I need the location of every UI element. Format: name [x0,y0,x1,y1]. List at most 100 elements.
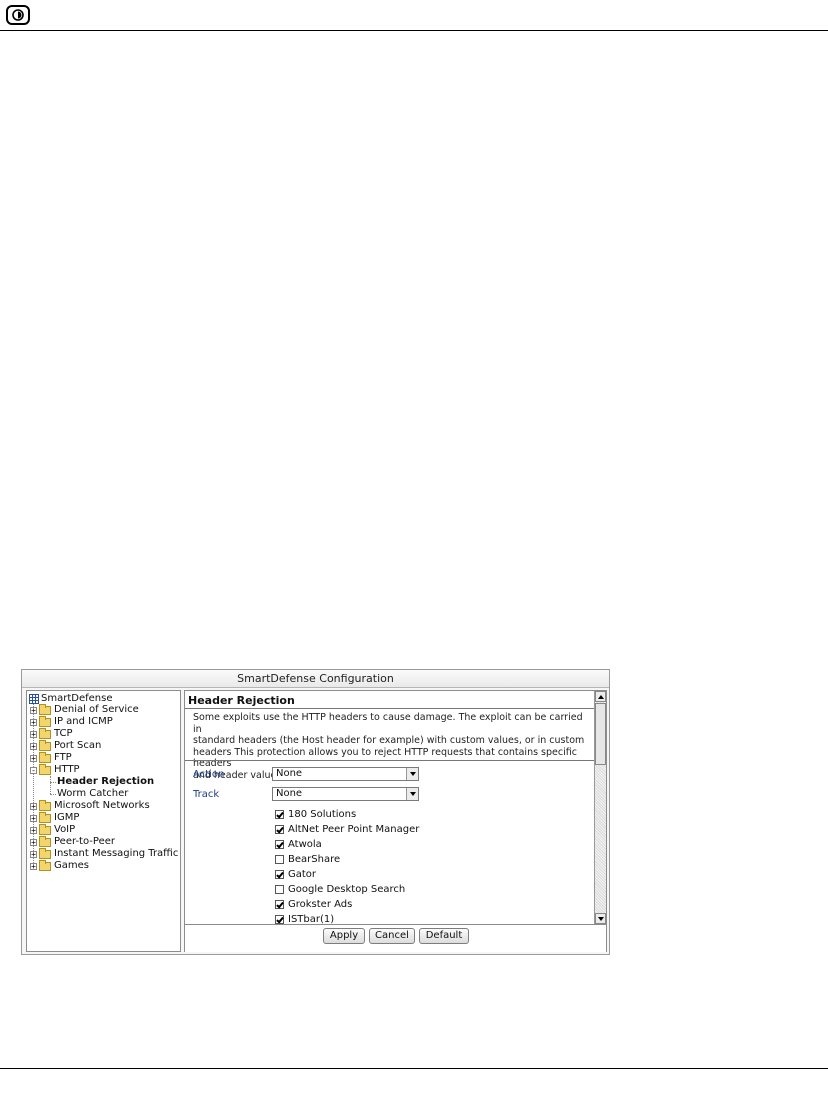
tree-item-ftp[interactable]: + FTP [30,751,72,764]
folder-icon [39,727,51,739]
checkbox[interactable] [275,825,284,834]
logo-icon [6,5,30,25]
tree-root-icon [29,694,39,704]
tree-item-voip[interactable]: + VoIP [30,823,76,836]
tree-pane: SmartDefense + Denial of Service + IP an… [26,690,181,952]
tree-connector [50,794,56,795]
folder-icon [39,739,51,751]
folder-icon [39,859,51,871]
tree-item-label: IP and ICMP [54,716,113,727]
checkbox-label: AltNet Peer Point Manager [288,824,420,835]
action-select-value: None [276,768,303,779]
vertical-scrollbar[interactable] [594,691,606,924]
tree-item-instant-messaging[interactable]: + Instant Messaging Traffic [30,847,179,860]
window-title: SmartDefense Configuration [22,670,609,688]
header-option-gator[interactable]: Gator [275,868,316,881]
section-title: Header Rejection [188,694,295,707]
description-line: Some exploits use the HTTP headers to ca… [193,712,583,735]
folder-icon [39,751,51,763]
checkbox[interactable] [275,870,284,879]
checkbox[interactable] [275,915,284,924]
chevron-down-icon[interactable] [406,788,418,800]
cancel-button[interactable]: Cancel [369,928,415,944]
expand-icon[interactable]: + [30,862,37,870]
checkbox[interactable] [275,840,284,849]
folder-icon [39,799,51,811]
tree-item-worm-catcher[interactable]: Worm Catcher [57,788,128,800]
checkbox[interactable] [275,855,284,864]
expand-icon[interactable]: + [30,838,37,846]
track-label: Track [193,789,220,800]
tree-item-label: IGMP [54,812,80,823]
expand-icon[interactable]: + [30,742,37,750]
chevron-down-icon[interactable] [406,768,418,780]
tree-item-label: Microsoft Networks [54,800,150,811]
scroll-down-icon[interactable] [595,913,606,924]
expand-icon[interactable]: + [30,802,37,810]
folder-open-icon [39,763,51,775]
default-button[interactable]: Default [419,928,469,944]
tree-item-label: Peer-to-Peer [54,836,115,847]
tree-item-label: TCP [54,728,73,739]
tree-item-ip-and-icmp[interactable]: + IP and ICMP [30,715,113,728]
footer-rule [0,1068,828,1069]
tree-item-games[interactable]: + Games [30,859,89,872]
tree-item-port-scan[interactable]: + Port Scan [30,739,102,752]
tree-item-http[interactable]: - HTTP [30,763,80,776]
tree-item-label: Denial of Service [54,704,139,715]
detail-scroll-area: Header Rejection Some exploits use the H… [185,691,594,924]
tree-connector [50,782,56,783]
header-option-google-desktop-search[interactable]: Google Desktop Search [275,883,405,896]
description-line: standard headers (the Host header for ex… [193,735,585,746]
folder-icon [39,823,51,835]
checkbox-label: BearShare [288,854,341,865]
scroll-thumb[interactable] [595,703,606,765]
divider [185,760,594,761]
tree-item-denial-of-service[interactable]: + Denial of Service [30,703,139,716]
tree-item-igmp[interactable]: + IGMP [30,811,80,824]
track-select[interactable]: None [272,787,419,801]
folder-icon [39,811,51,823]
expand-icon[interactable]: + [30,754,37,762]
divider [185,708,594,709]
checkbox[interactable] [275,810,284,819]
expand-icon[interactable]: + [30,718,37,726]
checkbox-label: Grokster Ads [288,899,353,910]
expand-icon[interactable]: + [30,814,37,822]
header-option-grokster-ads[interactable]: Grokster Ads [275,898,352,911]
tree-item-tcp[interactable]: + TCP [30,727,73,740]
tree-item-label: Header Rejection [57,776,155,787]
detail-pane: Header Rejection Some exploits use the H… [184,690,607,952]
header-option-bearshare[interactable]: BearShare [275,853,340,866]
checkbox[interactable] [275,900,284,909]
checkbox-label: Google Desktop Search [288,884,406,895]
expand-icon[interactable]: + [30,826,37,834]
tree-connector [50,776,51,794]
tree-item-label: Port Scan [54,740,102,751]
tree-item-label: Instant Messaging Traffic [54,848,179,859]
collapse-icon[interactable]: - [30,766,37,774]
scroll-up-icon[interactable] [595,691,606,702]
folder-icon [39,715,51,727]
expand-icon[interactable]: + [30,730,37,738]
header-option-180-solutions[interactable]: 180 Solutions [275,808,356,821]
checkbox-label: ISTbar(1) [288,914,335,924]
folder-icon [39,703,51,715]
smartdefense-config-window: SmartDefense Configuration SmartDefense … [21,669,610,955]
header-option-istbar[interactable]: ISTbar(1) [275,913,334,924]
action-select[interactable]: None [272,767,419,781]
checkbox[interactable] [275,885,284,894]
expand-icon[interactable]: + [30,850,37,858]
tree-item-peer-to-peer[interactable]: + Peer-to-Peer [30,835,115,848]
tree-item-microsoft-networks[interactable]: + Microsoft Networks [30,799,150,812]
header-option-atwola[interactable]: Atwola [275,838,322,851]
tree-item-header-rejection[interactable]: Header Rejection [57,776,154,788]
tree-item-label: VoIP [54,824,76,835]
folder-icon [39,847,51,859]
apply-button[interactable]: Apply [323,928,365,944]
header-option-altnet[interactable]: AltNet Peer Point Manager [275,823,419,836]
tree-item-label: Worm Catcher [57,788,129,799]
checkbox-label: Atwola [288,839,322,850]
expand-icon[interactable]: + [30,706,37,714]
checkbox-label: Gator [288,869,317,880]
